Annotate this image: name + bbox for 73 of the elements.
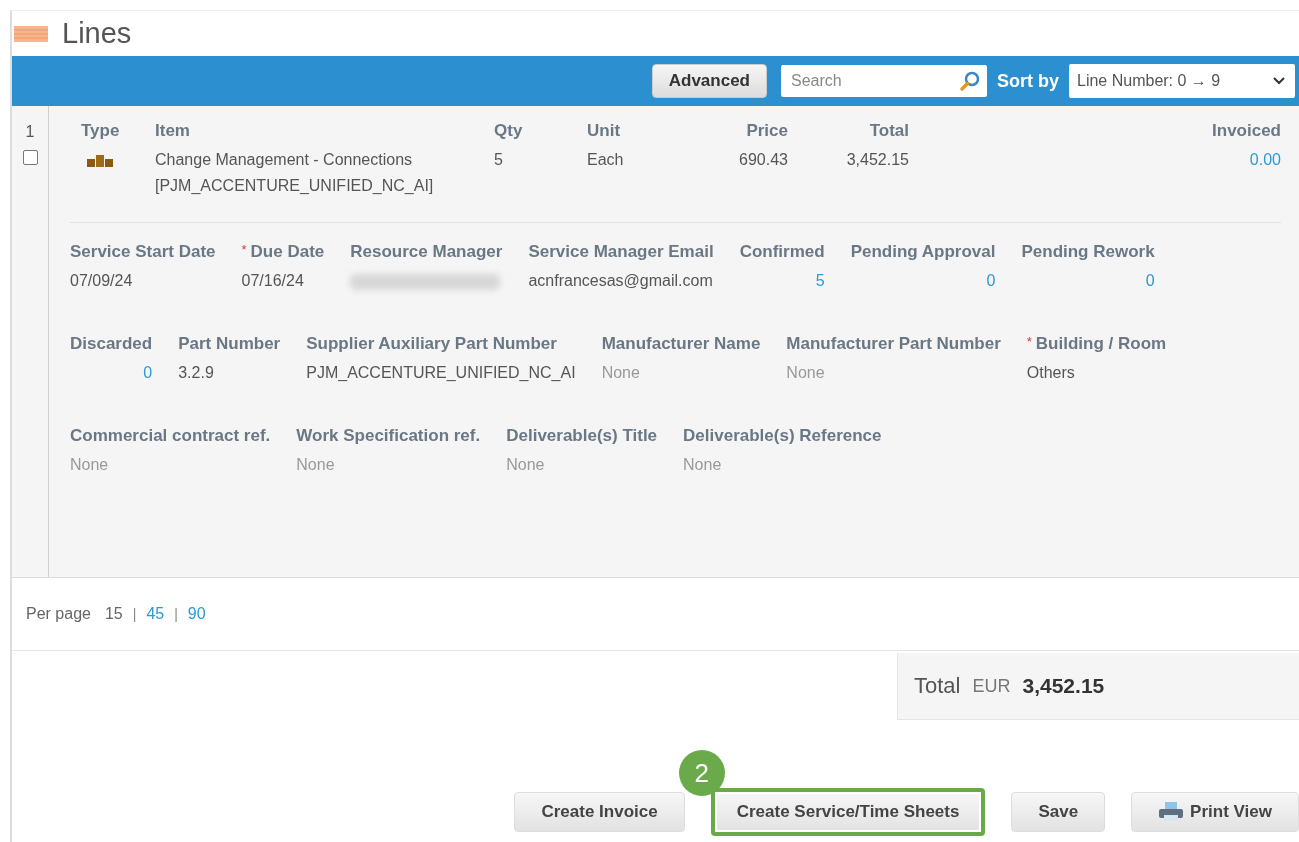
column-header: Invoiced xyxy=(1211,121,1281,141)
line-number: 1 xyxy=(25,123,35,141)
field-value: None xyxy=(296,456,336,474)
step-badge: 2 xyxy=(678,750,725,796)
boxes-icon xyxy=(87,154,113,168)
field-label: Commercial contract ref. xyxy=(70,426,271,446)
field-value: PJM_ACCENTURE_UNIFIED_NC_AI xyxy=(306,364,576,382)
table-cell-text: 690.43 xyxy=(738,151,788,170)
sort-label: Sort by xyxy=(997,70,1059,92)
per-page-option[interactable]: 90 xyxy=(187,605,206,623)
action-button[interactable]: Create Invoice xyxy=(514,792,685,832)
field-label: Resource Manager xyxy=(350,242,503,262)
field-label: Pending Rework xyxy=(1021,242,1155,262)
total-amount: 3,452.15 xyxy=(1022,674,1105,698)
line-checkbox[interactable] xyxy=(22,150,38,165)
total-label: Total xyxy=(914,673,961,699)
field-value: Others xyxy=(1026,364,1076,382)
search-icon xyxy=(959,70,981,92)
field-value: None xyxy=(601,364,641,382)
action-button[interactable]: Save xyxy=(1011,792,1106,832)
column-header: Qty xyxy=(494,121,524,141)
field-label: Service Start Date xyxy=(70,242,216,262)
chevron-icon xyxy=(1273,77,1285,85)
lines-icon xyxy=(14,25,48,42)
field-label: Part Number xyxy=(178,334,281,354)
field-label: Confirmed xyxy=(739,242,825,262)
separator: | xyxy=(174,606,178,622)
field-label: Pending Approval xyxy=(850,242,996,262)
per-page-option[interactable]: 15 xyxy=(104,605,123,623)
column-header: Unit xyxy=(587,121,622,141)
table-cell-text: 5 xyxy=(494,151,504,170)
field-value: None xyxy=(70,456,110,474)
advanced-button[interactable]: Advanced xyxy=(651,64,767,98)
field-label: Manufacturer Name xyxy=(601,334,761,354)
count-link[interactable]: 0 xyxy=(986,272,996,290)
required-mark: * xyxy=(241,242,247,257)
column-header: Total xyxy=(868,121,909,141)
field-label: Manufacturer Part Number xyxy=(786,334,1001,354)
field-value: None xyxy=(683,456,723,474)
column-header: Type xyxy=(81,121,121,141)
field-value: 07/16/24 xyxy=(241,272,305,290)
field-label: Building / Room xyxy=(1035,334,1167,354)
action-button[interactable]: Print View xyxy=(1131,792,1299,832)
action-button[interactable]: Create Service/Time Sheets xyxy=(710,788,986,836)
per-page-option[interactable]: 45 xyxy=(146,605,165,623)
field-label: Supplier Auxiliary Part Number xyxy=(306,334,557,354)
invoiced-link[interactable]: 0.00 xyxy=(909,151,1281,195)
field-label: Work Specification ref. xyxy=(296,426,481,446)
printer-icon xyxy=(1158,802,1185,822)
field-value: acnfrancesas@gmail.com xyxy=(528,272,714,290)
field-label: Due Date xyxy=(250,242,325,262)
table-cell-text: Each xyxy=(587,151,625,170)
field-label: Deliverable(s) Title xyxy=(506,426,658,446)
field-label: Service Manager Email xyxy=(528,242,714,262)
count-link[interactable]: 0 xyxy=(1145,272,1155,290)
field-value: None xyxy=(786,364,826,382)
field-value: 3.2.9 xyxy=(178,364,215,382)
column-header: Price xyxy=(745,121,788,141)
item-description: Change Management - Connections [PJM_ACCENTURE_UNIFIED_NC_AI] xyxy=(155,151,435,195)
field-label: Discarded xyxy=(70,334,153,354)
table-cell-text: 3,452.15 xyxy=(845,151,909,170)
separator: | xyxy=(132,606,137,622)
per-page-label: Per page xyxy=(26,605,91,623)
field-value: None xyxy=(506,456,546,474)
search-field[interactable]: Search xyxy=(781,65,987,97)
field-value: 07/09/24 xyxy=(70,272,134,290)
count-link[interactable]: 0 xyxy=(143,364,153,382)
currency-label: EUR xyxy=(972,675,1011,697)
field-label: Deliverable(s) Reference xyxy=(683,426,882,446)
column-header: Item xyxy=(155,121,191,141)
section-title: Lines xyxy=(62,17,132,50)
required-mark: * xyxy=(1026,334,1032,349)
sort-dropdown[interactable]: Line Number: 0 → 9 xyxy=(1069,64,1295,98)
